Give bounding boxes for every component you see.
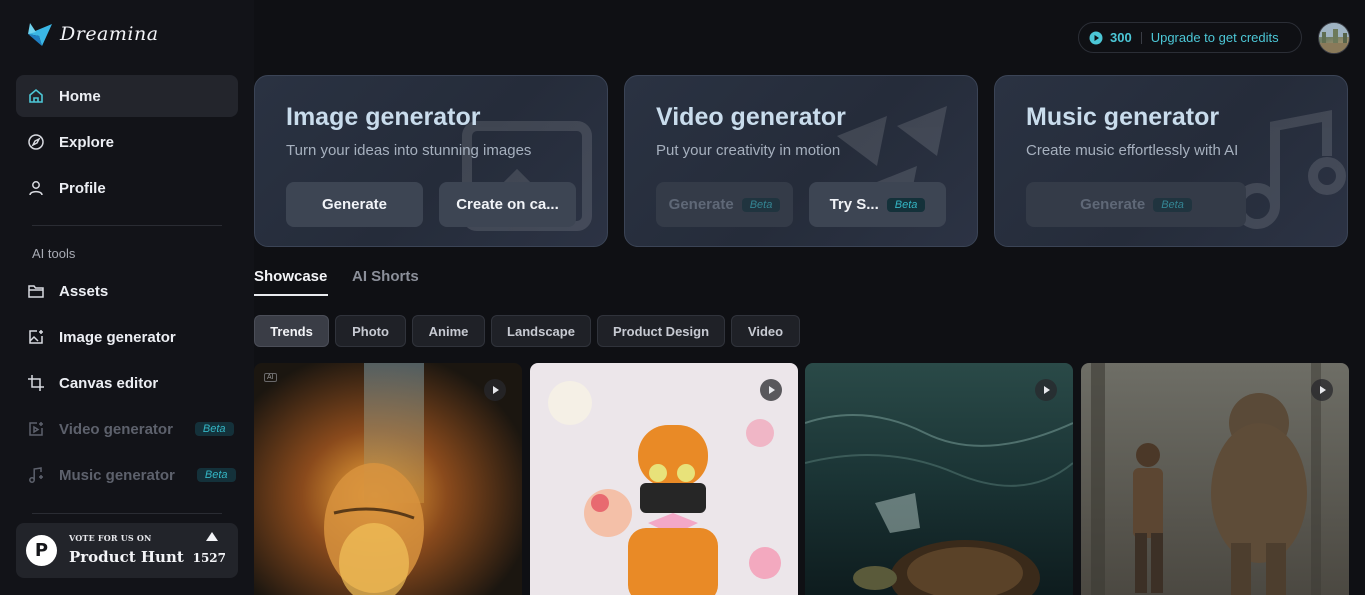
logo[interactable]: Dreamina	[26, 20, 159, 48]
filter-video[interactable]: Video	[731, 315, 800, 347]
credit-coin-icon	[1089, 31, 1103, 44]
sidebar-item-label: Canvas editor	[59, 374, 159, 392]
button-label: Generate	[321, 196, 388, 213]
filter-product-design[interactable]: Product Design	[597, 315, 725, 347]
image-plus-icon	[29, 330, 43, 344]
sidebar-divider	[32, 225, 222, 226]
sidebar-item-label: Profile	[59, 179, 106, 197]
card-title: Music generator	[1026, 103, 1220, 131]
sidebar-item-label: Assets	[59, 282, 109, 300]
music-generator-card[interactable]: Music generator Create music effortlessl…	[994, 75, 1348, 247]
avatar-image	[1319, 23, 1349, 53]
showcase-image-orange-robot	[530, 363, 798, 595]
filter-photo[interactable]: Photo	[335, 315, 406, 347]
card-subtitle: Create music effortlessly with AI	[1026, 142, 1239, 159]
sidebar-item-image-generator[interactable]: Image generator	[16, 316, 238, 358]
upgrade-link[interactable]: Upgrade to get credits	[1151, 30, 1279, 45]
product-hunt-logo-icon: P	[26, 535, 57, 566]
active-tab-indicator	[254, 294, 328, 296]
sidebar: Dreamina Home Explore Profile AI tools A…	[0, 0, 254, 595]
sidebar-item-label: Home	[59, 87, 101, 105]
showcase-image-golden-face	[254, 363, 522, 595]
home-icon	[29, 88, 43, 103]
showcase-card[interactable]: AI	[254, 363, 522, 595]
music-generate-button[interactable]: Generate Beta	[1026, 182, 1246, 227]
credits-separator	[1140, 31, 1142, 44]
dreamina-logo-icon	[28, 23, 52, 46]
credits-pill[interactable]: 300 Upgrade to get credits	[1078, 22, 1302, 53]
play-icon[interactable]	[760, 379, 782, 401]
card-subtitle: Put your creativity in motion	[656, 142, 841, 159]
filter-anime[interactable]: Anime	[412, 315, 485, 347]
compass-icon	[28, 134, 44, 150]
sidebar-item-label: Music generator	[59, 466, 175, 484]
image-generate-button[interactable]: Generate	[286, 182, 423, 227]
beta-badge: Beta	[194, 422, 234, 436]
user-icon	[29, 181, 43, 196]
crop-icon	[28, 375, 44, 391]
sidebar-item-assets[interactable]: Assets	[16, 270, 238, 312]
create-on-canvas-button[interactable]: Create on ca...	[439, 182, 576, 227]
filter-trends[interactable]: Trends	[254, 315, 329, 347]
play-icon[interactable]	[1311, 379, 1333, 401]
logo-text: Dreamina	[60, 23, 159, 45]
image-generator-card[interactable]: Image generator Turn your ideas into stu…	[254, 75, 608, 247]
sidebar-item-canvas-editor[interactable]: Canvas editor	[16, 362, 238, 404]
section-label-ai-tools: AI tools	[32, 246, 76, 261]
product-hunt-badge[interactable]: P VOTE FOR US ON Product Hunt 1527	[16, 523, 238, 578]
video-generate-button[interactable]: Generate Beta	[656, 182, 793, 227]
play-icon[interactable]	[484, 379, 506, 401]
sidebar-item-explore[interactable]: Explore	[16, 121, 238, 163]
tab-ai-shorts[interactable]: AI Shorts	[352, 268, 419, 285]
beta-badge: Beta	[886, 197, 926, 212]
button-label: Create on ca...	[456, 196, 559, 213]
upvote-arrow-icon	[206, 532, 218, 541]
sidebar-item-home[interactable]: Home	[16, 75, 238, 117]
tab-showcase[interactable]: Showcase	[254, 268, 327, 285]
showcase-card[interactable]	[530, 363, 798, 595]
music-note-icon	[29, 467, 43, 483]
avatar[interactable]	[1318, 22, 1350, 54]
showcase-card[interactable]	[805, 363, 1073, 595]
credits-count: 300	[1110, 30, 1132, 45]
sidebar-divider	[32, 513, 222, 514]
sidebar-item-label: Explore	[59, 133, 115, 151]
product-hunt-count: 1527	[192, 551, 226, 565]
showcase-image-forest-creature	[1081, 363, 1349, 595]
card-title: Image generator	[286, 103, 481, 131]
play-icon[interactable]	[1035, 379, 1057, 401]
sidebar-item-video-generator[interactable]: Video generator Beta	[16, 408, 238, 450]
video-generator-card[interactable]: Video generator Put your creativity in m…	[624, 75, 978, 247]
product-hunt-vote-label: VOTE FOR US ON	[69, 533, 152, 543]
card-subtitle: Turn your ideas into stunning images	[286, 142, 532, 159]
filter-landscape[interactable]: Landscape	[491, 315, 591, 347]
showcase-card[interactable]	[1081, 363, 1349, 595]
beta-badge: Beta	[196, 468, 236, 482]
sidebar-item-music-generator[interactable]: Music generator Beta	[16, 454, 238, 496]
video-plus-icon	[29, 422, 43, 436]
sidebar-item-profile[interactable]: Profile	[16, 167, 238, 209]
product-hunt-name: Product Hunt	[69, 548, 184, 566]
ai-tag: AI	[264, 373, 277, 382]
folder-icon	[28, 285, 44, 298]
beta-badge: Beta	[1153, 197, 1192, 212]
beta-badge: Beta	[741, 197, 781, 212]
try-s-button[interactable]: Try S... Beta	[809, 182, 946, 227]
card-title: Video generator	[656, 103, 846, 131]
button-label: Try S...	[829, 196, 879, 213]
showcase-image-sea-turtle	[805, 363, 1073, 595]
sidebar-item-label: Video generator	[59, 420, 173, 438]
sidebar-item-label: Image generator	[59, 328, 176, 346]
button-label: Generate	[1080, 196, 1146, 213]
button-label: Generate	[668, 196, 734, 213]
